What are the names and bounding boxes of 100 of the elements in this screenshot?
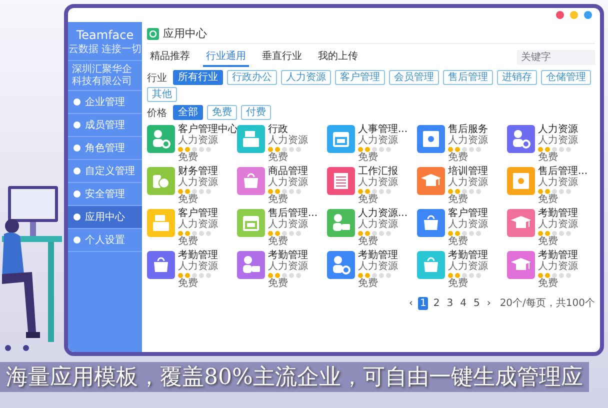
app-name[interactable]: 工作汇报: [358, 167, 398, 177]
page-button[interactable]: 2: [431, 296, 442, 310]
graduation-cap-icon[interactable]: [417, 167, 445, 195]
app-price: 免费: [448, 153, 469, 163]
coin-icon[interactable]: [147, 167, 175, 195]
filter-chip[interactable]: 人力资源: [281, 70, 331, 85]
app-name[interactable]: 客户管理: [178, 209, 218, 219]
next-page-button[interactable]: ›: [484, 296, 493, 310]
app-price: 免费: [358, 237, 379, 247]
page-button[interactable]: 4: [458, 296, 468, 310]
app-name[interactable]: 考勤管理: [268, 251, 308, 261]
graduation-cap-icon[interactable]: [507, 251, 535, 279]
shopping-bag-icon[interactable]: [417, 209, 445, 237]
category-tab[interactable]: 我的上传: [315, 47, 361, 67]
sidebar-item[interactable]: 应用中心: [68, 206, 142, 229]
filter-chip[interactable]: 会员管理: [389, 70, 439, 85]
filter-chip[interactable]: 客户管理: [335, 70, 385, 85]
app-price: 免费: [178, 195, 199, 205]
app-name[interactable]: 售后管理...: [268, 209, 318, 219]
app-category: 人力资源: [268, 136, 308, 146]
filter-chip[interactable]: 售后管理: [443, 70, 493, 85]
app-name[interactable]: 人力资源...: [358, 209, 408, 219]
page-button[interactable]: 3: [444, 296, 456, 310]
app-name[interactable]: 行政: [268, 125, 308, 135]
app-name[interactable]: 考勤管理: [178, 251, 218, 261]
app-category: 人力资源: [448, 136, 488, 146]
filter-chip[interactable]: 全部: [173, 105, 203, 120]
search-field[interactable]: 关键字: [517, 50, 595, 64]
app-category: 人力资源: [538, 262, 578, 272]
page-button[interactable]: 1: [418, 296, 428, 310]
app-name[interactable]: 商品管理: [268, 167, 308, 177]
dot-icon: [73, 236, 81, 244]
user-card-icon[interactable]: [327, 209, 355, 237]
app-price: 免费: [268, 195, 289, 205]
previous-page-button[interactable]: ‹: [406, 296, 415, 310]
app-price: 免费: [358, 153, 379, 163]
pagination-summary: 20个/每页，共100个: [500, 296, 595, 310]
app-category: 人力资源: [178, 178, 218, 188]
shopping-bag-icon[interactable]: [417, 251, 445, 279]
app-price: 免费: [448, 195, 469, 205]
page-button[interactable]: 5: [471, 296, 482, 310]
user-gear-icon[interactable]: [327, 251, 355, 279]
app-name[interactable]: 考勤管理: [538, 209, 578, 219]
filter-chip[interactable]: 所有行业: [173, 70, 223, 85]
filter-chip[interactable]: 其他: [147, 87, 177, 102]
app-name[interactable]: 人事管理...: [358, 125, 408, 135]
app-category: 人力资源: [358, 262, 398, 272]
app-price: 免费: [268, 237, 289, 247]
app-name[interactable]: 售后服务: [448, 125, 488, 135]
app-category: 人力资源: [448, 220, 488, 230]
app-price: 免费: [358, 279, 379, 289]
app-category: 人力资源: [178, 136, 219, 146]
user-gear-icon[interactable]: [507, 125, 535, 153]
app-name[interactable]: 考勤管理: [448, 251, 488, 261]
app-category: 人力资源: [448, 178, 488, 188]
safe-icon[interactable]: [417, 125, 445, 153]
app-category: 人力资源: [358, 178, 398, 188]
app-name[interactable]: 售后管理...: [538, 167, 588, 177]
app-category: 人力资源: [538, 136, 578, 146]
dot-icon: [73, 190, 81, 198]
app-name[interactable]: 考勤管理: [538, 251, 578, 261]
app-name[interactable]: 人力资源: [538, 125, 578, 135]
dot-icon: [73, 121, 81, 129]
app-category: 人力资源: [178, 220, 218, 230]
window-control-dot[interactable]: [584, 11, 592, 19]
app-name[interactable]: 考勤管理: [358, 251, 398, 261]
app-name[interactable]: 财务管理: [178, 167, 218, 177]
window-control-dot[interactable]: [556, 11, 564, 19]
user-card-icon[interactable]: [237, 251, 265, 279]
app-name[interactable]: 培训管理: [448, 167, 488, 177]
dot-icon: [73, 213, 81, 221]
category-tab[interactable]: 垂直行业: [259, 47, 305, 67]
app-category: 人力资源: [358, 220, 399, 230]
app-price: 免费: [448, 279, 469, 289]
app-category: 人力资源: [268, 178, 308, 188]
app-category: 人力资源: [178, 262, 218, 272]
app-name[interactable]: 客户管理: [448, 209, 488, 219]
list-icon[interactable]: [327, 167, 355, 195]
filter-chip[interactable]: 付费: [241, 105, 271, 120]
app-category: 人力资源: [268, 220, 309, 230]
filter-chip[interactable]: 免费: [207, 105, 237, 120]
filter-chip[interactable]: 仓储管理: [541, 70, 591, 85]
app-name[interactable]: 客户管理中心: [178, 125, 238, 135]
window-control-dot[interactable]: [570, 11, 578, 19]
filter-chip[interactable]: 行政办公: [227, 70, 277, 85]
app-price: 免费: [178, 237, 199, 247]
graduation-cap-icon[interactable]: [507, 209, 535, 237]
app-center-icon: [147, 28, 159, 40]
category-tab[interactable]: 行业通用: [203, 47, 249, 67]
shopping-bag-icon[interactable]: [237, 167, 265, 195]
app-price: 免费: [178, 279, 199, 289]
safe-icon[interactable]: [507, 167, 535, 195]
app-category: 人力资源: [538, 178, 579, 188]
filter-chip[interactable]: 进销存: [497, 70, 537, 85]
category-tab[interactable]: 精品推荐: [147, 47, 193, 67]
user-gear-icon[interactable]: [147, 125, 175, 153]
app-category: 人力资源: [538, 220, 578, 230]
shopping-bag-icon[interactable]: [147, 251, 175, 279]
dot-icon: [73, 167, 81, 175]
logo-text: Teamface: [76, 28, 134, 42]
